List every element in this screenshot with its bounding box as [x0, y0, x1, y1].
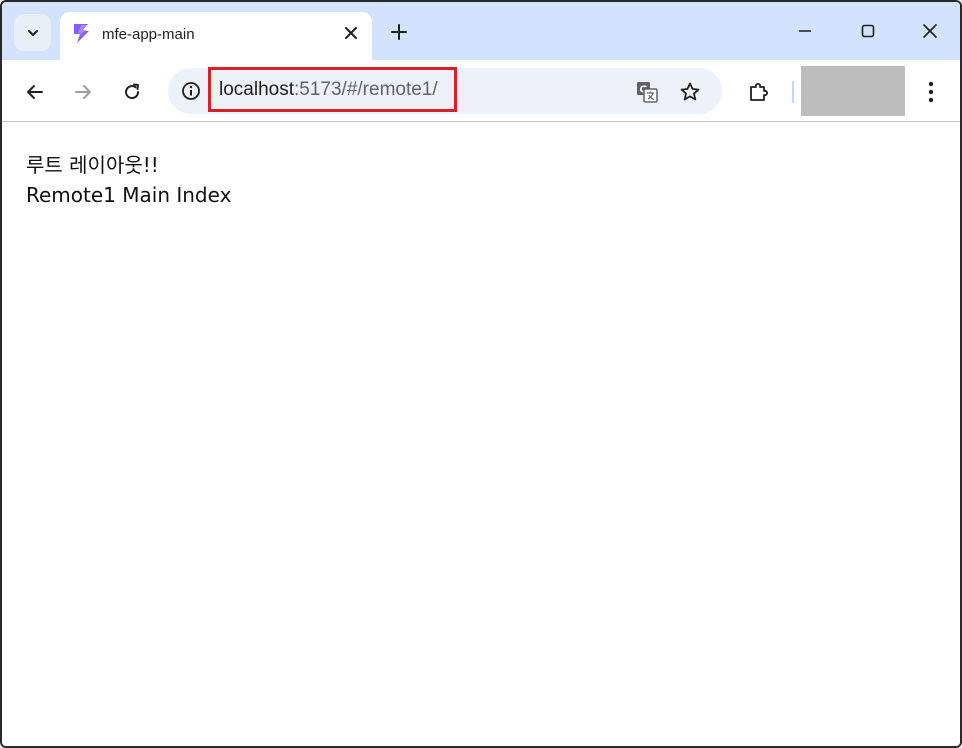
- url-path: :5173/#/remote1/: [294, 78, 438, 100]
- close-window-button[interactable]: [915, 16, 945, 46]
- url-text[interactable]: localhost:5173/#/remote1/: [219, 79, 438, 101]
- extensions-button[interactable]: [744, 77, 774, 107]
- minimize-button[interactable]: [790, 16, 820, 46]
- close-icon: [345, 27, 357, 39]
- url-highlight-box[interactable]: localhost:5173/#/remote1/: [208, 67, 457, 112]
- puzzle-icon: [750, 83, 768, 101]
- kebab-menu-icon: [928, 81, 934, 103]
- site-info-button[interactable]: [180, 80, 202, 102]
- forward-arrow-icon: [75, 85, 91, 99]
- browser-window: mfe-app-main localhost:5173/#/remote1/ 루…: [0, 0, 962, 748]
- lightning-bolt-icon: [74, 24, 89, 43]
- back-arrow-icon: [27, 85, 43, 99]
- plus-icon: [391, 24, 407, 40]
- active-tab[interactable]: mfe-app-main: [60, 12, 372, 60]
- url-host: localhost: [219, 78, 294, 100]
- back-button[interactable]: [20, 77, 50, 107]
- translate-icon: G: [637, 82, 658, 103]
- reload-button[interactable]: [117, 77, 147, 107]
- close-icon: [923, 24, 937, 38]
- info-icon: [182, 82, 200, 100]
- browser-toolbar: localhost:5173/#/remote1/ G: [2, 60, 960, 122]
- translate-button[interactable]: G: [634, 79, 660, 105]
- bookmark-button[interactable]: [677, 79, 703, 105]
- remote1-index-text: Remote1 Main Index: [26, 183, 232, 207]
- omnibox[interactable]: localhost:5173/#/remote1/ G: [168, 67, 722, 114]
- menu-button[interactable]: [916, 77, 946, 107]
- tab-title: mfe-app-main: [102, 26, 195, 43]
- reload-icon: [125, 83, 140, 100]
- root-layout-title: 루트 레이아웃!!: [26, 153, 159, 177]
- maximize-icon: [861, 24, 875, 38]
- profile-avatar[interactable]: [801, 66, 905, 116]
- close-tab-button[interactable]: [340, 22, 362, 44]
- tab-search-button[interactable]: [14, 14, 51, 51]
- star-icon: [680, 82, 700, 101]
- toolbar-divider: [792, 81, 794, 103]
- page-content: 루트 레이아웃!! Remote1 Main Index: [2, 123, 960, 746]
- forward-button[interactable]: [68, 77, 98, 107]
- new-tab-button[interactable]: [386, 19, 412, 45]
- chevron-down-icon: [27, 29, 38, 36]
- maximize-button[interactable]: [853, 16, 883, 46]
- tab-strip: mfe-app-main: [2, 2, 960, 60]
- minimize-icon: [799, 30, 811, 32]
